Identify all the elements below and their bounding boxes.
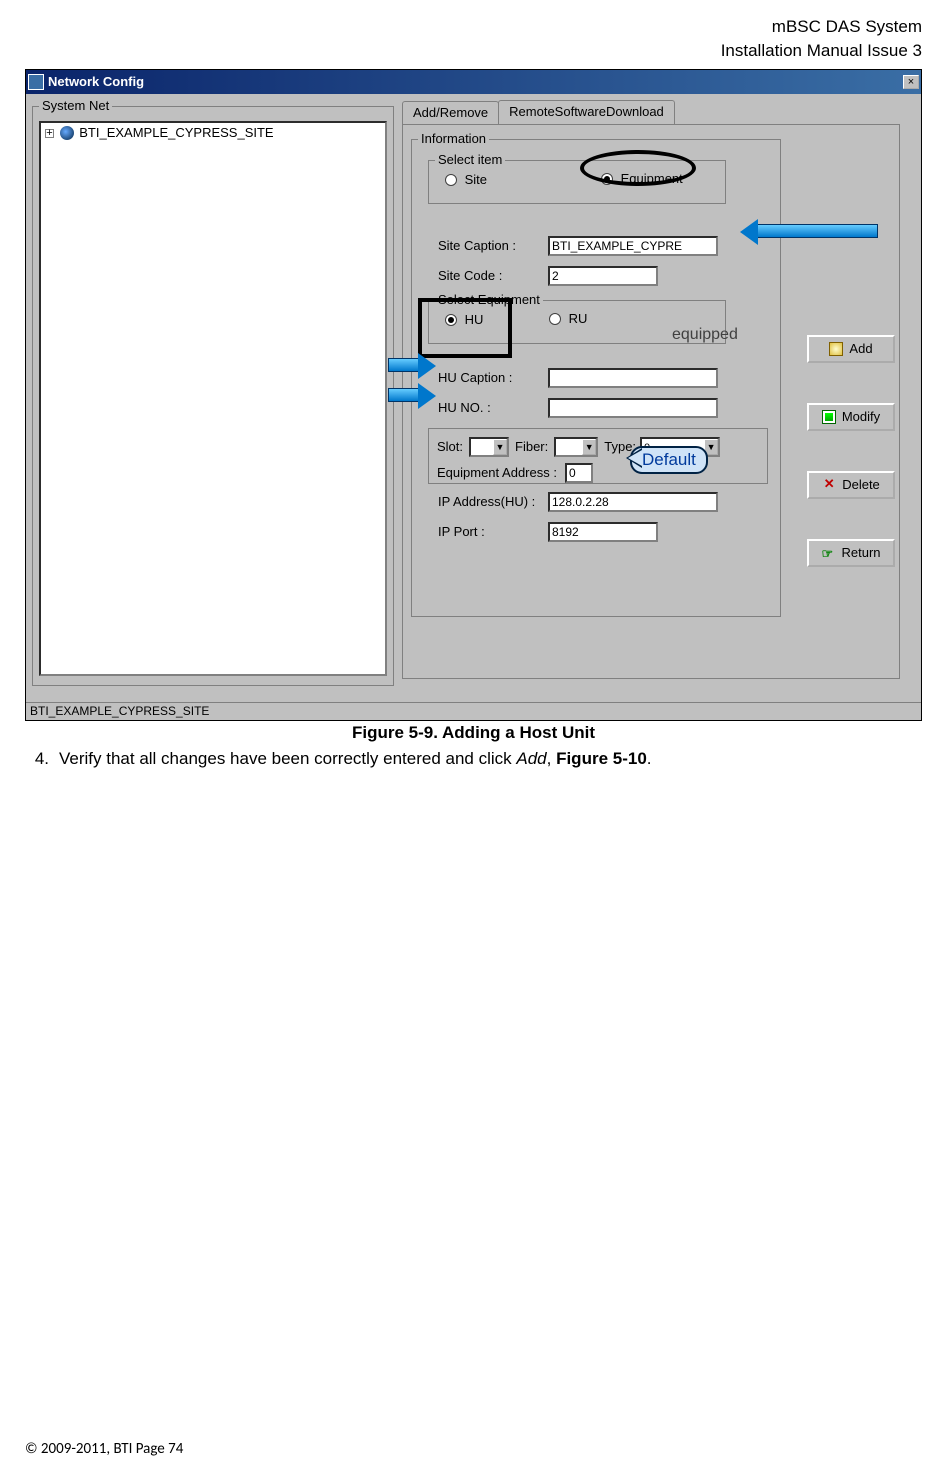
close-button[interactable]: × [903, 75, 919, 89]
system-net-title: System Net [39, 98, 112, 113]
screenshot-window: Network Config × System Net + BTI_EXAMPL… [25, 69, 922, 721]
slot-dropdown[interactable]: ▼ [469, 437, 509, 457]
page-footer: © 2009-2011, BTI Page 74 [25, 1440, 183, 1458]
delete-icon: ✕ [822, 478, 836, 492]
equip-addr-input[interactable] [565, 463, 593, 483]
annotation-equipment-oval [580, 150, 696, 186]
radio-site-label: Site [465, 172, 487, 187]
radio-site[interactable] [445, 174, 457, 186]
delete-button[interactable]: ✕ Delete [807, 471, 895, 499]
site-caption-input[interactable] [548, 236, 718, 256]
tree-item-label: BTI_EXAMPLE_CYPRESS_SITE [79, 125, 273, 140]
annotation-arrow-hu-no [388, 388, 420, 402]
radio-ru-label: RU [569, 311, 588, 326]
delete-button-label: Delete [842, 477, 880, 492]
tree-item-site[interactable]: + BTI_EXAMPLE_CYPRESS_SITE [45, 125, 381, 141]
tab-panel: Add/Remove RemoteSoftwareDownload Inform… [402, 100, 900, 680]
annotation-arrow-site-caption [756, 224, 878, 238]
site-code-label: Site Code : [438, 268, 548, 283]
annotation-default-bubble: Default [630, 446, 708, 474]
add-button[interactable]: Add [807, 335, 895, 363]
doc-header-line2: Installation Manual Issue 3 [25, 39, 922, 63]
hu-no-label: HU NO. : [438, 400, 548, 415]
chevron-down-icon[interactable]: ▼ [493, 439, 507, 455]
return-button[interactable]: ☞ Return [807, 539, 895, 567]
modify-button[interactable]: Modify [807, 403, 895, 431]
fiber-label: Fiber: [515, 439, 548, 454]
add-button-label: Add [849, 341, 872, 356]
modify-icon [822, 410, 836, 424]
ip-port-input[interactable] [548, 522, 658, 542]
app-icon [28, 74, 44, 90]
radio-ru[interactable] [549, 313, 561, 325]
select-item-title: Select item [435, 152, 505, 167]
tab-body: Information Select item Site Equipment [402, 124, 900, 679]
step-4-text: 4.Verify that all changes have been corr… [25, 749, 922, 769]
equipped-label: equipped [672, 326, 738, 344]
doc-header-line1: mBSC DAS System [25, 15, 922, 39]
window-title: Network Config [48, 74, 144, 89]
fiber-dropdown[interactable]: ▼ [554, 437, 598, 457]
hu-caption-input[interactable] [548, 368, 718, 388]
titlebar: Network Config × [26, 70, 921, 94]
hu-no-input[interactable] [548, 398, 718, 418]
statusbar: BTI_EXAMPLE_CYPRESS_SITE [26, 702, 921, 720]
hu-caption-label: HU Caption : [438, 370, 548, 385]
slot-label: Slot: [437, 439, 463, 454]
information-title: Information [418, 131, 489, 146]
annotation-arrow-hu-caption [388, 358, 420, 372]
ip-address-label: IP Address(HU) : [438, 494, 548, 509]
tab-add-remove[interactable]: Add/Remove [402, 101, 499, 125]
expand-icon[interactable]: + [45, 129, 54, 138]
return-button-label: Return [841, 545, 880, 560]
globe-icon [60, 126, 74, 140]
add-icon [829, 342, 843, 356]
figure-caption: Figure 5-9. Adding a Host Unit [25, 723, 922, 743]
statusbar-text: BTI_EXAMPLE_CYPRESS_SITE [30, 704, 209, 718]
system-net-group: System Net + BTI_EXAMPLE_CYPRESS_SITE [32, 106, 394, 686]
site-caption-label: Site Caption : [438, 238, 548, 253]
annotation-hu-rect [418, 298, 512, 358]
tab-remote-download[interactable]: RemoteSoftwareDownload [498, 100, 675, 124]
return-icon: ☞ [821, 546, 835, 560]
ip-port-label: IP Port : [438, 524, 548, 539]
information-group: Information Select item Site Equipment [411, 139, 781, 617]
ip-address-input[interactable] [548, 492, 718, 512]
slot-box: Slot: ▼ Fiber: ▼ Type: 0▼ Equipment Addr… [428, 428, 768, 484]
site-code-input[interactable] [548, 266, 658, 286]
equip-addr-label: Equipment Address : [437, 465, 557, 480]
modify-button-label: Modify [842, 409, 880, 424]
tree-view[interactable]: + BTI_EXAMPLE_CYPRESS_SITE [39, 121, 387, 676]
chevron-down-icon[interactable]: ▼ [582, 439, 596, 455]
tab-strip: Add/Remove RemoteSoftwareDownload [402, 100, 900, 124]
